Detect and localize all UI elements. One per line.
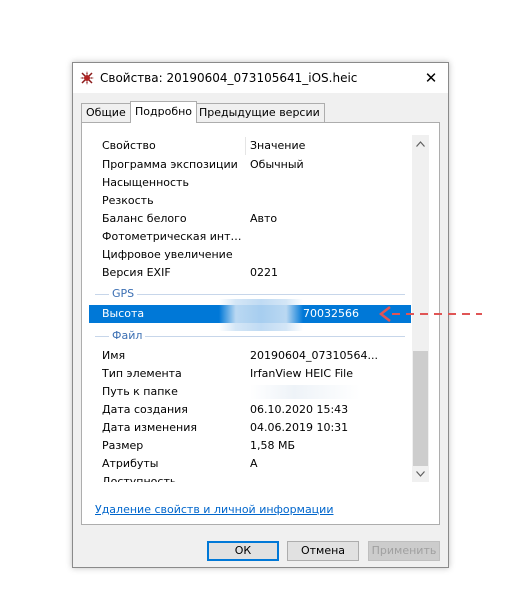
tab-details[interactable]: Подробно xyxy=(130,101,198,123)
property-name: Атрибуты xyxy=(102,457,159,470)
group-divider-line xyxy=(95,294,405,295)
column-header-property[interactable]: Свойство xyxy=(102,137,242,155)
list-item[interactable]: Программа экспозиции Обычный xyxy=(89,156,411,174)
property-name: Размер xyxy=(102,439,144,452)
property-name: Резкость xyxy=(102,194,154,207)
tab-previous-versions[interactable]: Предыдущие версии xyxy=(194,103,325,122)
property-value: Обычный xyxy=(250,158,304,171)
property-value: 04.06.2019 10:31 xyxy=(250,421,349,434)
property-value: IrfanView HEIC File xyxy=(250,367,354,380)
list-item[interactable]: Баланс белого Авто xyxy=(89,210,411,228)
property-name: Насыщенность xyxy=(102,176,189,189)
property-value: 20190604_07310564... xyxy=(250,349,378,362)
list-item[interactable]: Резкость xyxy=(89,192,411,210)
property-value: 0221 xyxy=(250,266,278,279)
group-label: GPS xyxy=(109,285,138,303)
list-item[interactable]: Фотометрическая интер... xyxy=(89,228,411,246)
ok-button[interactable]: ОК xyxy=(207,541,279,561)
property-name: Путь к папке xyxy=(102,385,178,398)
property-name: Программа экспозиции xyxy=(102,158,238,171)
window-title: Свойства: 20190604_073105641_iOS.heic xyxy=(100,71,358,85)
property-name: Баланс белого xyxy=(102,212,187,225)
list-item[interactable]: Атрибуты A xyxy=(89,455,411,473)
list-header: Свойство Значение xyxy=(89,137,411,155)
property-name: Фотометрическая интер... xyxy=(102,230,242,243)
group-label: Файл xyxy=(109,327,146,345)
list-item[interactable]: Путь к папке xyxy=(89,383,411,401)
annotation-arrow xyxy=(378,306,482,322)
property-value: 06.10.2020 15:43 xyxy=(250,403,349,416)
title-bar[interactable]: Свойства: 20190604_073105641_iOS.heic ✕ xyxy=(73,63,448,93)
cancel-button[interactable]: Отмена xyxy=(287,541,359,561)
property-value: Авто xyxy=(250,212,278,225)
list-item-selected[interactable]: Высота 70032566 xyxy=(89,299,411,331)
property-name: Дата изменения xyxy=(102,421,197,434)
list-item[interactable]: Дата изменения 04.06.2019 10:31 xyxy=(89,419,411,437)
property-name: Имя xyxy=(102,349,126,362)
list-item[interactable]: Имя 20190604_07310564... xyxy=(89,347,411,365)
chevron-up-icon xyxy=(416,140,425,147)
list-item[interactable]: Дата создания 06.10.2020 15:43 xyxy=(89,401,411,419)
property-value: A xyxy=(250,457,258,470)
close-icon: ✕ xyxy=(424,69,438,87)
list-item[interactable]: Тип элемента IrfanView HEIC File xyxy=(89,365,411,383)
list-item[interactable]: Насыщенность xyxy=(89,174,411,192)
properties-list[interactable]: Свойство Значение Программа экспозиции О… xyxy=(89,135,411,482)
property-name: Доступность xyxy=(102,475,177,482)
scroll-up-button[interactable] xyxy=(412,135,429,152)
property-value: 1,58 МБ xyxy=(250,439,296,452)
column-divider[interactable] xyxy=(245,137,246,155)
list-item[interactable]: Размер 1,58 МБ xyxy=(89,437,411,455)
redacted-blur xyxy=(250,385,360,399)
list-item[interactable]: Цифровое увеличение xyxy=(89,246,411,264)
property-name: Дата создания xyxy=(102,403,188,416)
remove-properties-link[interactable]: Удаление свойств и личной информации xyxy=(95,503,333,516)
irfanview-app-icon xyxy=(80,71,94,85)
group-header-file[interactable]: Файл xyxy=(89,327,411,345)
property-name: Версия EXIF xyxy=(102,266,171,279)
column-header-value[interactable]: Значение xyxy=(250,137,408,155)
list-item[interactable]: Версия EXIF 0221 xyxy=(89,264,411,282)
chevron-down-icon xyxy=(416,470,425,477)
scrollbar-thumb[interactable] xyxy=(413,351,428,466)
tab-general[interactable]: Общие xyxy=(81,103,131,122)
apply-button[interactable]: Применить xyxy=(368,541,440,561)
list-item[interactable]: Доступность xyxy=(89,473,411,482)
close-button[interactable]: ✕ xyxy=(414,63,448,93)
property-name: Цифровое увеличение xyxy=(102,248,233,261)
property-value: 70032566 xyxy=(303,307,359,320)
scroll-down-button[interactable] xyxy=(412,465,429,482)
property-name: Тип элемента xyxy=(102,367,182,380)
